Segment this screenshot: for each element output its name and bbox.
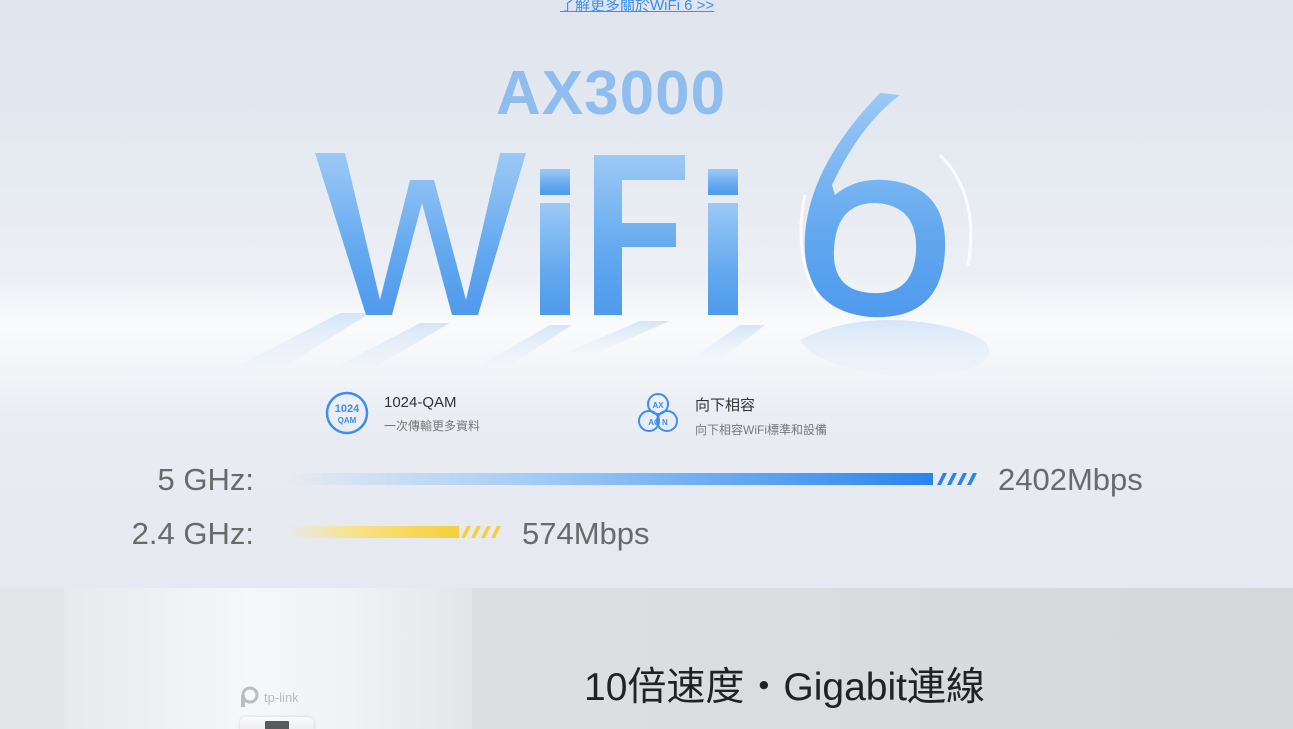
band-24ghz-bar-fill	[285, 526, 459, 538]
hero-section: 了解更多關於WiFi 6 >> AX3000 1024 QAM 1024-QAM…	[0, 0, 1293, 588]
router-port	[265, 721, 289, 729]
svg-text:AC N: AC N	[648, 418, 668, 427]
feature-title: 1024-QAM	[384, 394, 457, 411]
backward-compatible-icon: AX AC N	[638, 393, 678, 432]
band-24ghz-value: 574Mbps	[522, 516, 650, 551]
band-24ghz-label: 2.4 GHz:	[131, 516, 254, 551]
tp-link-logo-text: tp-link	[264, 689, 299, 705]
svg-text:1024: 1024	[335, 403, 360, 415]
svg-text:AX: AX	[652, 401, 664, 410]
learn-more-wifi6-link[interactable]: 了解更多關於WiFi 6 >>	[560, 0, 714, 15]
band-24ghz-stripes	[461, 526, 501, 538]
band-5ghz-label: 5 GHz:	[157, 462, 254, 497]
band-24ghz-bar	[285, 526, 501, 538]
svg-text:QAM: QAM	[338, 416, 357, 425]
1024-qam-icon: 1024 QAM	[325, 391, 369, 435]
wifi6-logo	[230, 93, 989, 377]
feature-1024-qam: 1024 QAM 1024-QAM 一次傳輸更多資料	[324, 390, 480, 436]
tp-link-logo-icon	[241, 686, 259, 707]
feature-subtitle: 向下相容WiFi標準和設備	[695, 423, 827, 437]
tp-link-logo: tp-link	[238, 686, 299, 708]
band-5ghz-bar	[285, 473, 977, 485]
band-5ghz-bar-fill	[285, 473, 933, 485]
feature-subtitle: 一次傳輸更多資料	[384, 419, 481, 433]
feature-title: 向下相容	[695, 397, 756, 414]
band-5ghz-value: 2402Mbps	[998, 462, 1143, 497]
band-5ghz-stripes	[937, 473, 977, 485]
feature-backward-compatible: AX AC N 向下相容 向下相容WiFi標準和設備	[635, 390, 827, 438]
speed-headline: 10倍速度・Gigabit連線	[584, 666, 985, 709]
